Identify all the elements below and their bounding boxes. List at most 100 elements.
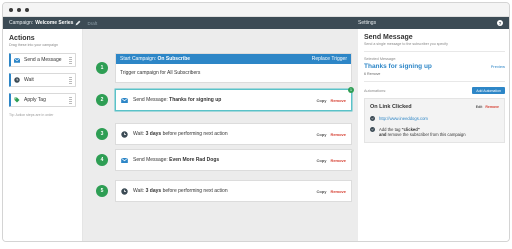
campaign-label: Campaign: [9, 20, 34, 26]
step-card-send-message[interactable]: Send Message: Thanks for signing up Copy… [115, 87, 354, 111]
campaign-canvas: 1 Start Campaign: On Subscribe Replace T… [83, 29, 358, 241]
window-dot-icon[interactable] [9, 7, 13, 12]
replace-trigger-link[interactable]: Replace Trigger [312, 56, 347, 62]
step-prefix: Send Message: [133, 97, 168, 103]
sidebar-subtitle: Drag these into your campaign [9, 43, 58, 47]
automations-label: Automations: [364, 88, 387, 93]
step-suffix: before performing next action [162, 188, 228, 194]
step-bold: Thanks for signing up [169, 97, 222, 103]
copy-button[interactable]: Copy [316, 98, 326, 103]
step-number-badge: 5 [96, 185, 108, 197]
automation-action-text: Add the tag "clicked" and remove the sub… [379, 127, 466, 137]
remove-button[interactable]: Remove [330, 189, 346, 194]
automation-action: Add the tag "clicked" and remove the sub… [370, 127, 499, 137]
envelope-icon [14, 57, 20, 63]
envelope-icon [120, 96, 128, 104]
step-number-badge: 3 [96, 128, 108, 140]
window-dot-icon[interactable] [17, 7, 21, 12]
settings-label: Settings [358, 20, 377, 26]
step-bold: 3 days [145, 188, 162, 194]
envelope-icon [120, 156, 128, 164]
action-wait[interactable]: Wait [9, 73, 76, 87]
automation-card: On Link Clicked Edit Remove http://www.i… [364, 98, 505, 143]
trigger-card[interactable]: Start Campaign: On Subscribe Replace Tri… [115, 53, 352, 83]
campaign-name[interactable]: Welcome Series [35, 20, 73, 26]
sidebar-tip: Tip: Action steps are in order [9, 113, 54, 117]
step-number-badge: 4 [96, 154, 108, 166]
window-dot-icon[interactable] [25, 7, 29, 12]
drag-handle-icon[interactable] [69, 77, 72, 84]
actions-sidebar: Actions Drag these into your campaign Se… [3, 29, 83, 241]
step-card-wait[interactable]: Wait: 3 days before performing next acti… [115, 123, 352, 145]
selected-message-label: Selected Message: [364, 57, 397, 61]
step-suffix: before performing next action [162, 131, 228, 137]
check-icon [370, 127, 375, 132]
drag-handle-icon[interactable] [69, 57, 72, 64]
action-label: Wait [24, 77, 34, 83]
clock-icon [120, 187, 128, 195]
copy-button[interactable]: Copy [316, 158, 326, 163]
automation-title: On Link Clicked [370, 104, 412, 110]
tag-icon [14, 97, 20, 103]
step-prefix: Wait: [133, 131, 145, 137]
trigger-body: Trigger campaign for All Subscribers [120, 70, 201, 76]
automation-link[interactable]: http://www.ineeddogs.com [379, 116, 428, 121]
draft-status: Draft [87, 20, 98, 26]
step-number-badge: 2 [96, 94, 108, 106]
automation-header: On Link Clicked Edit Remove [370, 104, 499, 110]
clock-icon [120, 130, 128, 138]
clock-icon [14, 77, 20, 83]
selected-message-title[interactable]: Thanks for signing up [364, 63, 432, 70]
selected-indicator: 1 [348, 87, 354, 93]
campaign-title: Campaign: Welcome Series Draft [9, 17, 97, 29]
sidebar-title: Actions [9, 35, 35, 42]
add-automation-button[interactable]: Add Automation [472, 87, 505, 94]
step-ops: Copy Remove [316, 124, 346, 144]
drag-handle-icon[interactable] [69, 97, 72, 104]
panel-title: Send Message [364, 34, 413, 41]
selected-message-row: Thanks for signing up Preview [364, 63, 505, 70]
remove-button[interactable]: Remove [330, 98, 346, 103]
copy-button[interactable]: Copy [316, 132, 326, 137]
trigger-title: Start Campaign: On Subscribe [120, 56, 190, 62]
remove-button[interactable]: Remove [330, 132, 346, 137]
step-bold: 3 days [145, 131, 162, 137]
step-card-send-message[interactable]: Send Message: Even More Rad Dogs Copy Re… [115, 149, 352, 171]
remove-button[interactable]: Remove [485, 105, 499, 109]
check-icon [370, 116, 375, 121]
step-ops: Copy Remove [316, 90, 346, 110]
top-bar: Campaign: Welcome Series Draft Settings … [3, 17, 509, 29]
step-ops: Copy Remove [316, 150, 346, 170]
copy-button[interactable]: Copy [316, 189, 326, 194]
tag-suffix: remove the subscriber from this campaign [387, 132, 466, 137]
message-meta: 6 Remove [364, 72, 381, 76]
trigger-name: On Subscribe [157, 56, 191, 62]
help-icon[interactable]: ? [497, 20, 503, 26]
settings-panel: Send Message Send a single message to th… [358, 29, 509, 241]
action-label: Send a Message [24, 57, 62, 63]
action-send-message[interactable]: Send a Message [9, 53, 76, 67]
step-text: Send Message: Thanks for signing up [133, 97, 221, 103]
pencil-icon[interactable] [75, 20, 81, 26]
step-prefix: Wait: [133, 188, 145, 194]
edit-button[interactable]: Edit [476, 105, 483, 109]
preview-link[interactable]: Preview [491, 64, 505, 69]
app-window: Campaign: Welcome Series Draft Settings … [2, 2, 510, 242]
action-apply-tag[interactable]: Apply Tag [9, 93, 76, 107]
step-text: Wait: 3 days before performing next acti… [133, 188, 228, 194]
automations-header: Automations: Add Automation [364, 87, 505, 94]
step-ops: Copy Remove [316, 181, 346, 201]
tag-and: and [379, 132, 387, 137]
action-label: Apply Tag [24, 97, 46, 103]
step-text: Wait: 3 days before performing next acti… [133, 131, 228, 137]
divider [364, 51, 505, 52]
trigger-prefix: Start Campaign: [120, 56, 157, 62]
panel-subtitle: Send a single message to the subscriber … [364, 42, 448, 46]
step-text: Send Message: Even More Rad Dogs [133, 157, 219, 163]
remove-button[interactable]: Remove [330, 158, 346, 163]
step-prefix: Send Message: [133, 157, 168, 163]
automation-ops: Edit Remove [476, 105, 499, 109]
automation-condition: http://www.ineeddogs.com [370, 116, 499, 121]
window-chrome [3, 3, 509, 17]
step-card-wait[interactable]: Wait: 3 days before performing next acti… [115, 180, 352, 202]
